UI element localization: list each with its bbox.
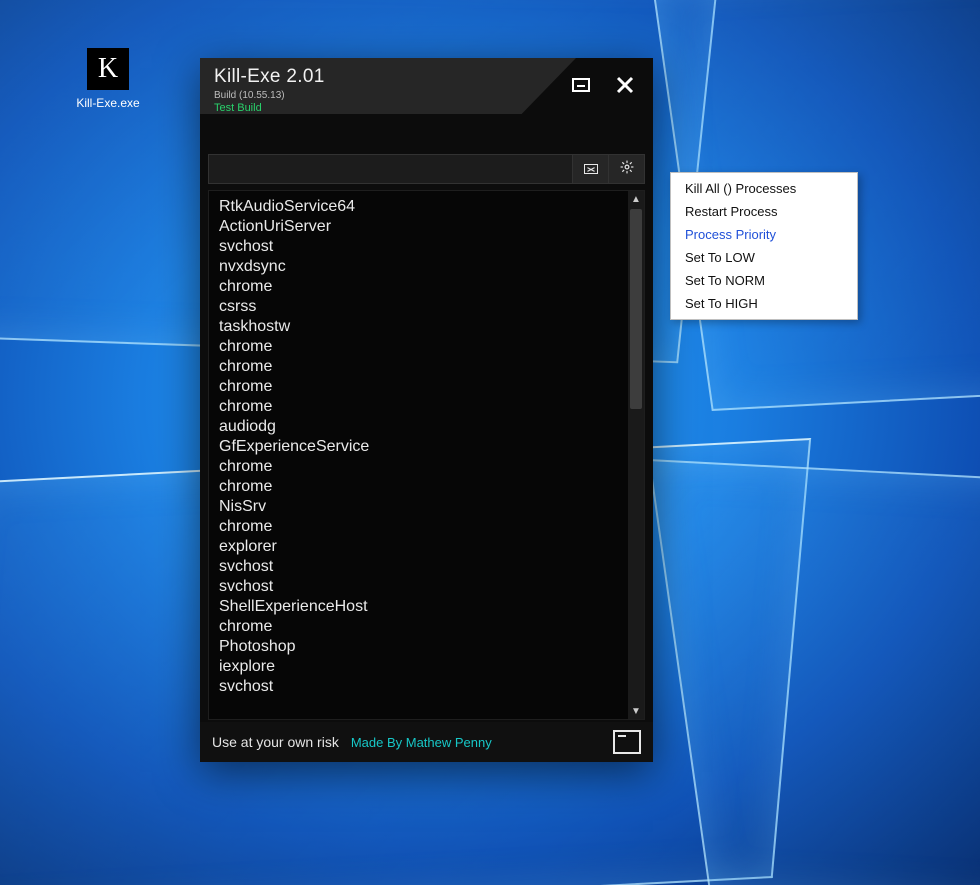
footer: Use at your own risk Made By Mathew Penn… [200,722,653,762]
process-list: RtkAudioService64ActionUriServersvchostn… [209,191,644,703]
process-list-item[interactable]: chrome [219,617,634,637]
kill-icon [584,164,598,174]
process-list-item[interactable]: svchost [219,577,634,597]
context-menu-item[interactable]: Set To NORM [671,269,857,292]
process-list-item[interactable]: ActionUriServer [219,217,634,237]
process-list-item[interactable]: taskhostw [219,317,634,337]
desktop-shortcut-label: Kill-Exe.exe [68,96,148,110]
process-list-item[interactable]: chrome [219,517,634,537]
process-list-item[interactable]: chrome [219,357,634,377]
process-list-item[interactable]: svchost [219,557,634,577]
context-menu: Kill All () ProcessesRestart ProcessProc… [670,172,858,320]
process-list-item[interactable]: svchost [219,677,634,697]
context-menu-item[interactable]: Set To LOW [671,246,857,269]
search-row [208,154,645,184]
scroll-thumb[interactable] [630,209,642,409]
process-list-item[interactable]: csrss [219,297,634,317]
process-list-container: RtkAudioService64ActionUriServersvchostn… [208,190,645,720]
process-list-item[interactable]: chrome [219,457,634,477]
footer-author: Made By Mathew Penny [351,735,492,750]
process-list-item[interactable]: audiodg [219,417,634,437]
console-button[interactable] [613,730,641,754]
process-list-item[interactable]: ShellExperienceHost [219,597,634,617]
process-options-button[interactable] [609,154,645,184]
close-button[interactable] [603,68,647,102]
process-list-item[interactable]: Photoshop [219,637,634,657]
footer-warning: Use at your own risk [212,734,339,750]
process-list-item[interactable]: explorer [219,537,634,557]
close-icon [615,75,635,95]
process-list-item[interactable]: svchost [219,237,634,257]
process-list-item[interactable]: nvxdsync [219,257,634,277]
process-search-input[interactable] [208,154,573,184]
test-build-label: Test Build [214,102,639,114]
context-menu-item[interactable]: Kill All () Processes [671,177,857,200]
process-list-item[interactable]: chrome [219,397,634,417]
desktop-shortcut-kill-exe[interactable]: K Kill-Exe.exe [68,48,148,110]
scroll-up-button[interactable]: ▲ [628,191,644,207]
kill-process-button[interactable] [573,154,609,184]
process-list-item[interactable]: chrome [219,477,634,497]
process-list-item[interactable]: RtkAudioService64 [219,197,634,217]
process-list-item[interactable]: chrome [219,277,634,297]
context-menu-item[interactable]: Set To HIGH [671,292,857,315]
context-menu-item[interactable]: Restart Process [671,200,857,223]
process-list-item[interactable]: GfExperienceService [219,437,634,457]
scrollbar[interactable]: ▲ ▼ [628,191,644,719]
scroll-down-button[interactable]: ▼ [628,703,644,719]
minimize-icon [572,78,590,92]
gear-icon [620,160,634,179]
process-list-item[interactable]: iexplore [219,657,634,677]
kill-exe-window: Kill-Exe 2.01 Build (10.55.13) Test Buil… [200,58,653,762]
desktop-wallpaper: K Kill-Exe.exe Kill-Exe 2.01 Build (10.5… [0,0,980,885]
process-list-item[interactable]: chrome [219,337,634,357]
app-icon: K [87,48,129,90]
context-menu-header: Process Priority [671,223,857,246]
process-list-item[interactable]: NisSrv [219,497,634,517]
process-list-item[interactable]: chrome [219,377,634,397]
minimize-button[interactable] [559,68,603,102]
